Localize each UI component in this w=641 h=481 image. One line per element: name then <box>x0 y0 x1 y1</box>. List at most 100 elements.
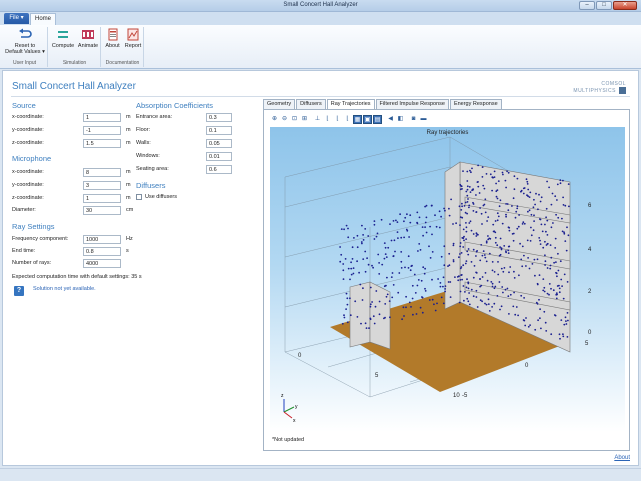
mic-diameter-input[interactable] <box>83 206 121 215</box>
tab-filtered-impulse-response[interactable]: Filtered Impulse Response <box>375 99 449 109</box>
animate-button[interactable]: Animate <box>76 28 100 49</box>
mic-x-label: x-coordinate: <box>12 169 44 175</box>
x-tick-0: 0 <box>298 353 302 359</box>
seating-input[interactable] <box>206 165 232 174</box>
undo-arrow-icon <box>19 28 32 38</box>
axis-orientation-icon[interactable]: ⊥ <box>313 115 322 124</box>
end-time-input[interactable] <box>83 247 121 256</box>
zoom-extents-icon[interactable]: ⊞ <box>300 115 309 124</box>
source-z-label: z-coordinate: <box>12 140 44 146</box>
ribbon-tab-row: File ▾ Home <box>0 12 641 25</box>
computation-time-text: Expected computation time with default s… <box>12 274 142 280</box>
frequency-row: Frequency component: Hz <box>12 235 134 244</box>
ray-trajectories-plot[interactable]: Ray trajectories 6 4 2 0 0 5 10 -5 0 5 z… <box>270 127 625 432</box>
frequency-input[interactable] <box>83 235 121 244</box>
tab-geometry[interactable]: Geometry <box>263 99 296 109</box>
zx-view-icon[interactable]: ⌊ <box>343 115 352 124</box>
front-stage-block <box>349 281 371 348</box>
equals-icon <box>58 31 68 38</box>
absorption-heading: Absorption Coefficients <box>136 101 213 110</box>
mic-z-label: z-coordinate: <box>12 195 44 201</box>
graphics-tabs: Geometry Diffusers Ray Trajectories Filt… <box>263 99 503 110</box>
zoom-out-icon[interactable]: ⊖ <box>280 115 289 124</box>
absorption-floor-row: Floor: <box>136 126 236 135</box>
microphone-heading: Microphone <box>12 154 52 163</box>
graphics-toolbar: ⊕ ⊖ ⊡ ⊞ ⊥ ⌊ ⌊ ⌊ ▦ ▣ ▤ ◀ ◧ ◙ ▬ <box>270 115 428 125</box>
z-tick-0: 0 <box>588 330 592 336</box>
group-label-simulation: Simulation <box>62 60 87 66</box>
zoom-in-icon[interactable]: ⊕ <box>270 115 279 124</box>
windows-input[interactable] <box>206 152 232 161</box>
front-stage-block-side <box>369 281 391 350</box>
comsol-logo: COMSOL MULTIPHYSICS <box>573 82 626 94</box>
end-time-unit: s <box>126 248 129 254</box>
rays-input[interactable] <box>83 259 121 268</box>
source-z-input[interactable] <box>83 139 121 148</box>
logo-mark-icon <box>619 87 626 94</box>
about-link[interactable]: About <box>614 455 630 461</box>
mic-z-input[interactable] <box>83 194 121 203</box>
help-info-button[interactable]: ? <box>14 286 24 296</box>
info-document-icon <box>108 28 117 41</box>
about-ribbon-label: About <box>105 43 120 49</box>
report-button[interactable]: Report <box>123 28 143 49</box>
source-z-unit: m <box>126 140 131 146</box>
mic-x-unit: m <box>126 169 131 175</box>
camera-icon[interactable]: ◙ <box>409 115 418 124</box>
source-y-input[interactable] <box>83 126 121 135</box>
file-tab[interactable]: File ▾ <box>4 13 29 24</box>
absorption-windows-row: Windows: <box>136 152 236 161</box>
x-tick-5: 5 <box>375 373 379 379</box>
source-y-unit: m <box>126 127 131 133</box>
reset-line-2: Default Values ▾ <box>5 49 45 55</box>
source-y-label: y-coordinate: <box>12 127 44 133</box>
mic-z-row: z-coordinate: m <box>12 194 132 203</box>
group-label-documentation: Documentation <box>105 60 140 66</box>
walls-input[interactable] <box>206 139 232 148</box>
sound-icon[interactable]: ◀ <box>386 115 395 124</box>
zoom-box-icon[interactable]: ⊡ <box>290 115 299 124</box>
app-title: Small Concert Hall Analyzer <box>12 81 136 92</box>
wireframe-icon[interactable]: ▦ <box>353 115 362 124</box>
mic-x-input[interactable] <box>83 168 121 177</box>
source-x-unit: m <box>126 114 131 120</box>
solid-view-icon[interactable]: ▣ <box>363 115 372 124</box>
use-diffusers-checkbox[interactable] <box>136 194 142 200</box>
reset-default-values-button[interactable]: Reset to Default Values ▾ <box>4 28 46 55</box>
tab-diffusers[interactable]: Diffusers <box>296 99 326 109</box>
yz-view-icon[interactable]: ⌊ <box>333 115 342 124</box>
mic-y-input[interactable] <box>83 181 121 190</box>
axis-label-y: y <box>295 404 298 410</box>
print-icon[interactable]: ▬ <box>419 115 428 124</box>
report-label: Report <box>124 43 142 49</box>
z-tick-2: 2 <box>588 289 592 295</box>
frequency-label: Frequency component: <box>12 236 69 242</box>
entrance-input[interactable] <box>206 113 232 122</box>
home-tab[interactable]: Home <box>30 13 56 25</box>
floor-input[interactable] <box>206 126 232 135</box>
maximize-button[interactable]: □ <box>596 1 612 10</box>
about-ribbon-button[interactable]: About <box>103 28 122 49</box>
source-x-input[interactable] <box>83 113 121 122</box>
axis-triad: z y x <box>281 393 298 424</box>
transparency-icon[interactable]: ▤ <box>373 115 382 124</box>
tab-energy-response[interactable]: Energy Response <box>449 99 502 109</box>
absorption-seating-row: Seating area: <box>136 165 236 174</box>
animate-label: Animate <box>77 43 99 49</box>
side-wall <box>444 161 461 310</box>
ribbon: Reset to Default Values ▾ User Input Com… <box>0 25 641 69</box>
compute-button[interactable]: Compute <box>51 28 75 49</box>
mic-diameter-label: Diameter: <box>12 207 36 213</box>
diffusers-heading: Diffusers <box>136 181 166 190</box>
xy-view-icon[interactable]: ⌊ <box>323 115 332 124</box>
solution-status: Solution not yet available. <box>33 286 96 292</box>
concert-hall-3d-view: 6 4 2 0 0 5 10 -5 0 5 z y x <box>281 136 592 424</box>
ribbon-group-simulation: Compute Animate Simulation <box>49 27 101 67</box>
source-y-row: y-coordinate: m <box>12 126 132 135</box>
close-button[interactable]: ✕ <box>613 1 637 10</box>
scene-light-icon[interactable]: ◧ <box>396 115 405 124</box>
window-title: Small Concert Hall Analyzer <box>283 2 358 8</box>
mic-y-row: y-coordinate: m <box>12 181 132 190</box>
minimize-button[interactable]: – <box>579 1 595 10</box>
mic-diameter-unit: cm <box>126 207 134 213</box>
